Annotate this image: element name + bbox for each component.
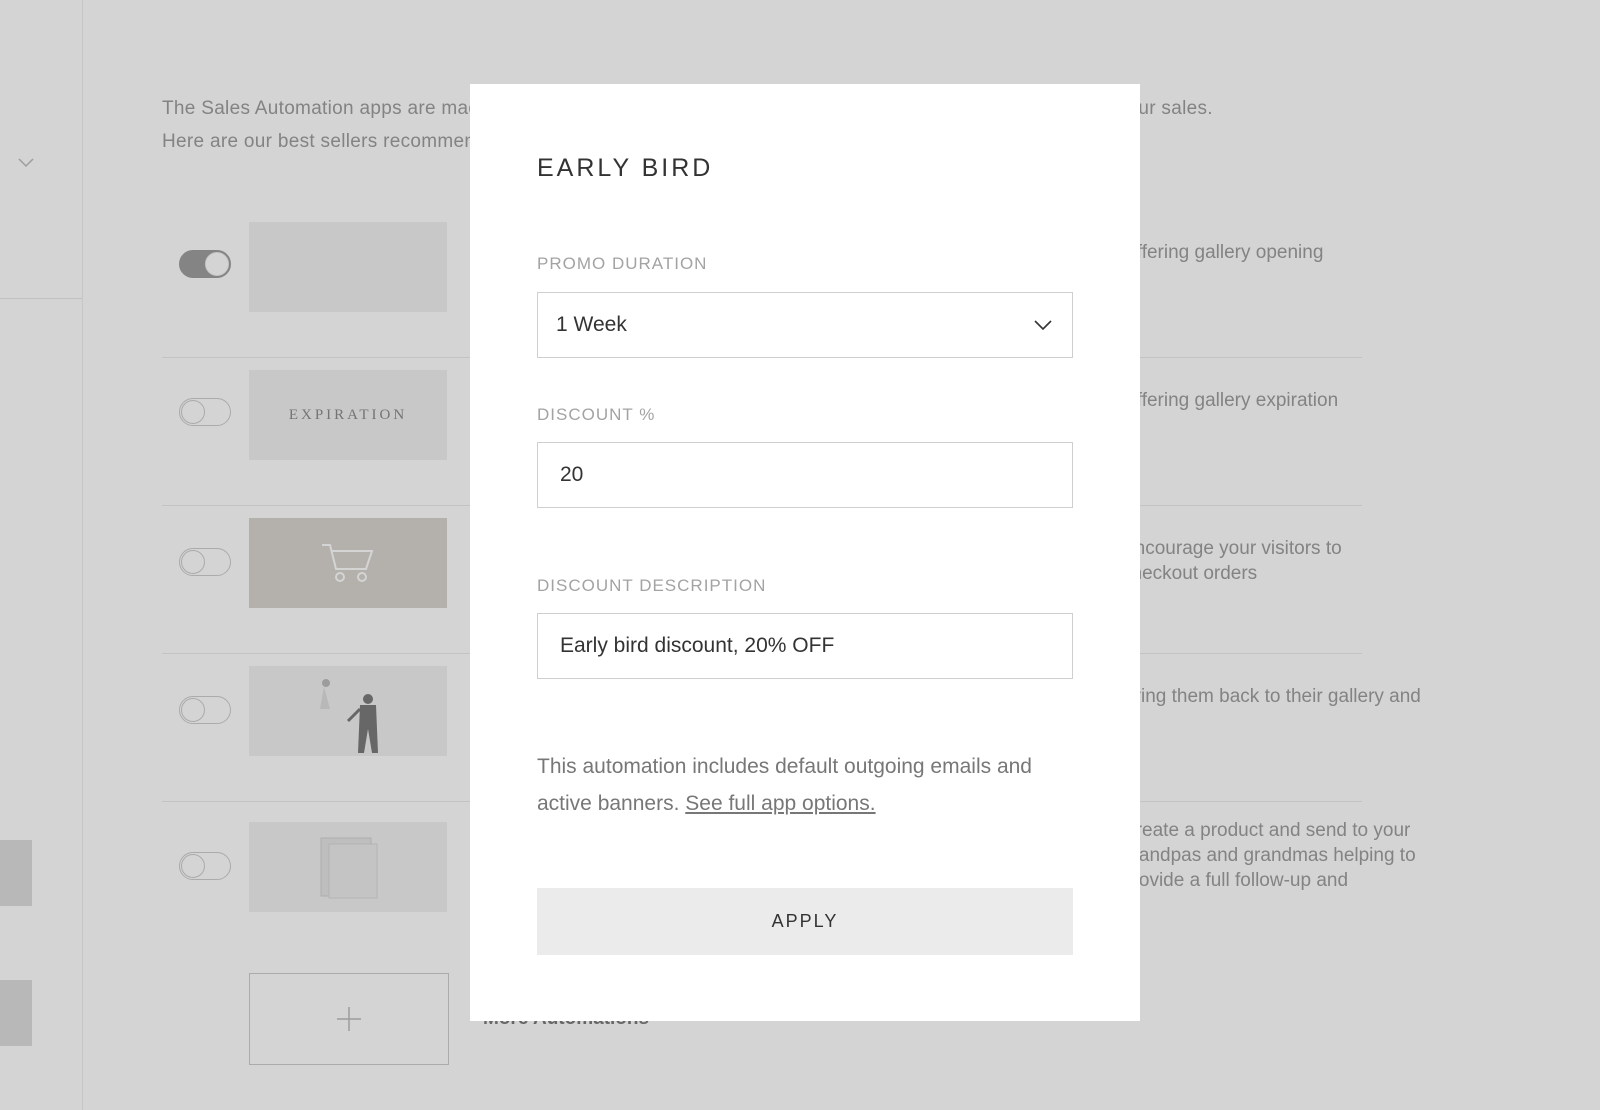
- info-text: This automation includes default outgoin…: [537, 748, 1067, 822]
- chevron-down-icon: [1034, 320, 1052, 331]
- modal-title: EARLY BIRD: [537, 154, 714, 182]
- promo-duration-value: 1 Week: [556, 313, 627, 336]
- promo-duration-label: PROMO DURATION: [537, 254, 708, 273]
- discount-description-input[interactable]: [537, 613, 1073, 679]
- full-app-options-link[interactable]: See full app options.: [685, 792, 875, 815]
- discount-description-label: DISCOUNT DESCRIPTION: [537, 576, 767, 595]
- promo-duration-select[interactable]: 1 Week: [537, 292, 1073, 358]
- discount-percent-label: DISCOUNT %: [537, 405, 656, 424]
- apply-button[interactable]: APPLY: [537, 888, 1073, 955]
- early-bird-modal: EARLY BIRD PROMO DURATION 1 Week DISCOUN…: [470, 84, 1140, 1021]
- discount-percent-input[interactable]: [537, 442, 1073, 508]
